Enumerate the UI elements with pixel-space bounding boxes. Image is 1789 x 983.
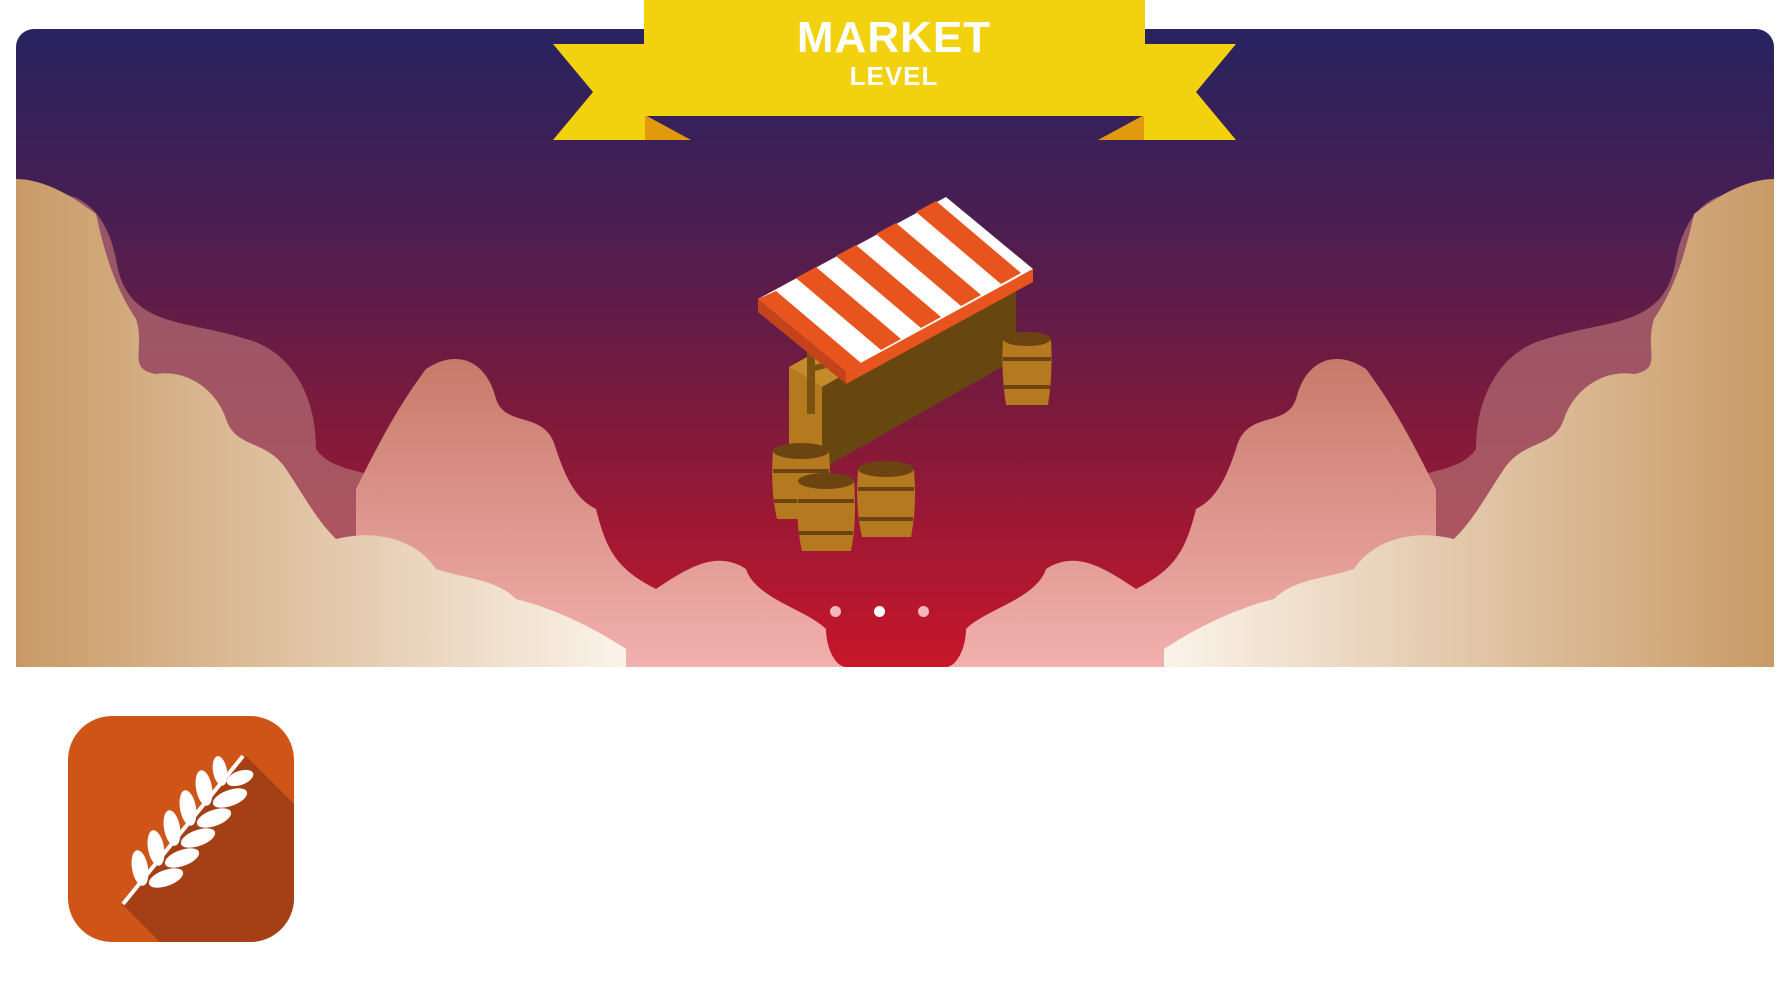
ribbon-graphic <box>553 0 1236 140</box>
barrel <box>797 473 855 551</box>
page-dot[interactable] <box>874 606 885 617</box>
barrel <box>1002 332 1052 405</box>
page-dot[interactable] <box>918 606 929 617</box>
barrel <box>857 461 915 537</box>
wheat-icon <box>121 754 294 942</box>
level-banner: MARKET LEVEL <box>553 0 1236 141</box>
wheat-app-icon[interactable] <box>68 716 294 942</box>
market-stall <box>758 197 1033 469</box>
page-dot[interactable] <box>830 606 841 617</box>
page-indicator <box>830 604 950 620</box>
